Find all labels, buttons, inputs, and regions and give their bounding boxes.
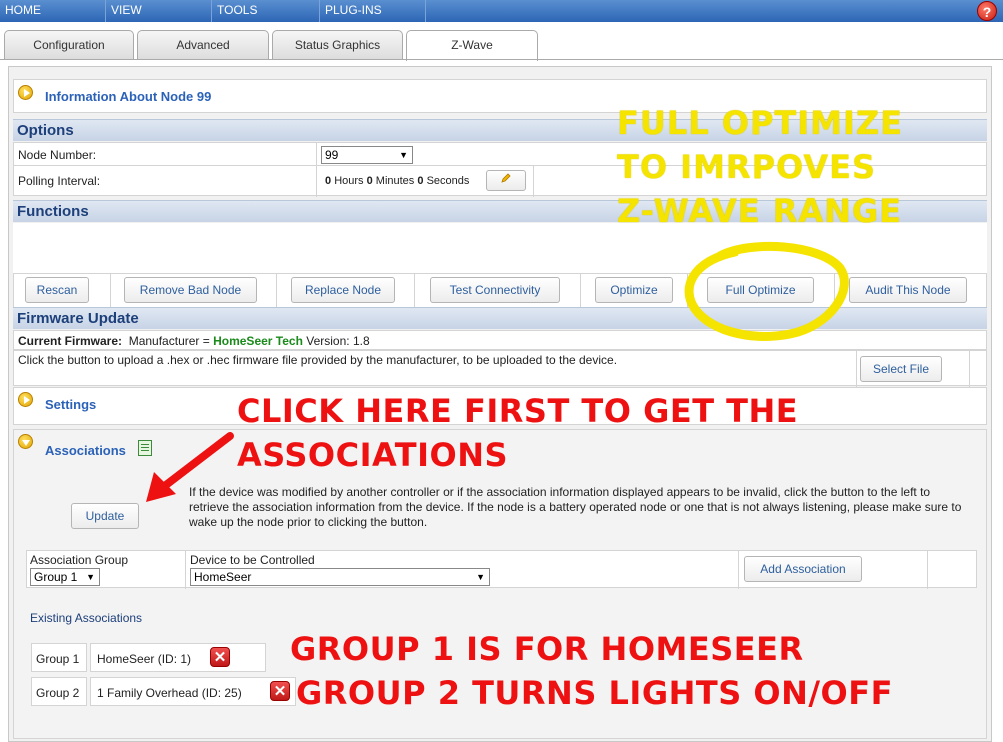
firmware-instructions: Click the button to upload a .hex or .he…: [18, 353, 618, 367]
polling-minutes-unit: Minutes: [375, 175, 415, 187]
cell-divider: [276, 274, 277, 310]
device-controlled-label: Device to be Controlled: [190, 553, 315, 567]
cell-divider: [969, 351, 970, 387]
tab-configuration[interactable]: Configuration: [4, 30, 134, 60]
polling-seconds: 0: [417, 175, 424, 187]
rescan-button[interactable]: Rescan: [25, 277, 89, 303]
node-number-value: 99: [325, 148, 339, 162]
associations-title[interactable]: Associations: [45, 443, 126, 458]
existing-group-2: Group 2: [36, 686, 80, 700]
polling-hours-unit: Hours: [334, 175, 364, 187]
cell-divider: [414, 274, 415, 310]
existing-device-2: 1 Family Overhead (ID: 25): [97, 686, 242, 700]
cell-divider: [110, 274, 111, 310]
device-controlled-value: HomeSeer: [194, 570, 252, 584]
existing-group-cell: Group 2: [31, 677, 87, 706]
optimize-button[interactable]: Optimize: [595, 277, 673, 303]
chevron-down-icon: ▼: [86, 572, 95, 582]
polling-readout: 0 Hours 0 Minutes 0 Seconds: [325, 175, 469, 187]
cell-divider: [927, 551, 928, 589]
polling-seconds-unit: Seconds: [426, 175, 470, 187]
association-group-value: Group 1: [34, 570, 78, 584]
existing-associations-label: Existing Associations: [30, 611, 143, 625]
info-title[interactable]: Information About Node 99: [45, 89, 211, 104]
node-number-label: Node Number:: [18, 148, 97, 162]
yellow-highlight-circle: [684, 241, 849, 341]
cell-divider: [738, 551, 739, 589]
annotation-red-line-2: ASSOCIATIONS: [237, 436, 509, 474]
manufacturer-name: HomeSeer Tech: [213, 334, 303, 348]
settings-title[interactable]: Settings: [45, 397, 96, 412]
cell-divider: [580, 274, 581, 310]
firmware-current-label: Current Firmware:: [18, 334, 123, 348]
polling-label: Polling Interval:: [18, 174, 101, 188]
annotation-yellow-line-2: TO IMRPOVES: [617, 148, 877, 186]
cell-divider: [316, 143, 317, 167]
select-file-button[interactable]: Select File: [860, 356, 942, 382]
existing-group-cell: Group 1: [31, 643, 87, 672]
remove-bad-node-button[interactable]: Remove Bad Node: [124, 277, 257, 303]
red-arrow-icon: [146, 432, 234, 502]
menu-home[interactable]: HOME: [0, 0, 106, 22]
add-association-row: Association Group Group 1 ▼ Device to be…: [26, 550, 977, 589]
existing-device-cell: 1 Family Overhead (ID: 25) ✕: [90, 677, 296, 706]
expand-arrow-icon[interactable]: [18, 85, 33, 100]
add-association-button[interactable]: Add Association: [744, 556, 862, 582]
test-connectivity-button[interactable]: Test Connectivity: [430, 277, 560, 303]
collapse-arrow-icon[interactable]: [18, 434, 33, 449]
delete-association-icon[interactable]: ✕: [270, 681, 290, 701]
polling-hours: 0: [325, 175, 332, 187]
tab-advanced[interactable]: Advanced: [137, 30, 269, 60]
tab-divider: [0, 59, 1003, 60]
chevron-down-icon: ▼: [476, 572, 485, 582]
expand-arrow-icon[interactable]: [18, 392, 33, 407]
tab-zwave[interactable]: Z-Wave: [406, 30, 538, 61]
annotation-red-line-3: GROUP 1 IS FOR HOMESEER: [290, 630, 804, 668]
delete-association-icon[interactable]: ✕: [210, 647, 230, 667]
association-group-label: Association Group: [30, 553, 129, 567]
existing-group-1: Group 1: [36, 652, 80, 666]
cell-divider: [533, 166, 534, 197]
annotation-yellow-line-1: FULL OPTIMIZE: [617, 104, 903, 142]
cell-divider: [856, 351, 857, 387]
tab-status-graphics[interactable]: Status Graphics: [272, 30, 403, 60]
polling-minutes: 0: [366, 175, 373, 187]
update-button[interactable]: Update: [71, 503, 139, 529]
firmware-upload-row: Click the button to upload a .hex or .he…: [13, 350, 987, 387]
cell-divider: [316, 166, 317, 197]
menu-view[interactable]: VIEW: [106, 0, 212, 22]
tab-strip: Configuration Advanced Status Graphics Z…: [0, 22, 1003, 61]
existing-device-cell: HomeSeer (ID: 1) ✕: [90, 643, 266, 672]
top-menu-bar: HOME VIEW TOOLS PLUG-INS ?: [0, 0, 1003, 22]
menu-plugins[interactable]: PLUG-INS: [320, 0, 426, 22]
cell-divider: [185, 551, 186, 589]
edit-polling-button[interactable]: [486, 170, 526, 191]
pencil-icon: [501, 173, 511, 183]
audit-node-button[interactable]: Audit This Node: [849, 277, 967, 303]
annotation-red-line-4: GROUP 2 TURNS LIGHTS ON/OFF: [296, 674, 893, 712]
device-controlled-select[interactable]: HomeSeer ▼: [190, 568, 490, 586]
node-number-select[interactable]: 99 ▼: [321, 146, 413, 164]
annotation-red-line-1: CLICK HERE FIRST TO GET THE: [237, 392, 799, 430]
firmware-current: Current Firmware: Manufacturer = HomeSee…: [18, 334, 370, 348]
manufacturer-prefix: Manufacturer =: [128, 334, 210, 348]
menu-tools[interactable]: TOOLS: [212, 0, 320, 22]
replace-node-button[interactable]: Replace Node: [291, 277, 395, 303]
existing-device-1: HomeSeer (ID: 1): [97, 652, 192, 666]
chevron-down-icon: ▼: [399, 150, 408, 160]
annotation-yellow-line-3: Z-WAVE RANGE: [617, 192, 903, 230]
firmware-version: Version: 1.8: [306, 334, 370, 348]
association-group-select[interactable]: Group 1 ▼: [30, 568, 100, 586]
help-icon[interactable]: ?: [977, 1, 997, 21]
associations-description: If the device was modified by another co…: [189, 485, 962, 529]
